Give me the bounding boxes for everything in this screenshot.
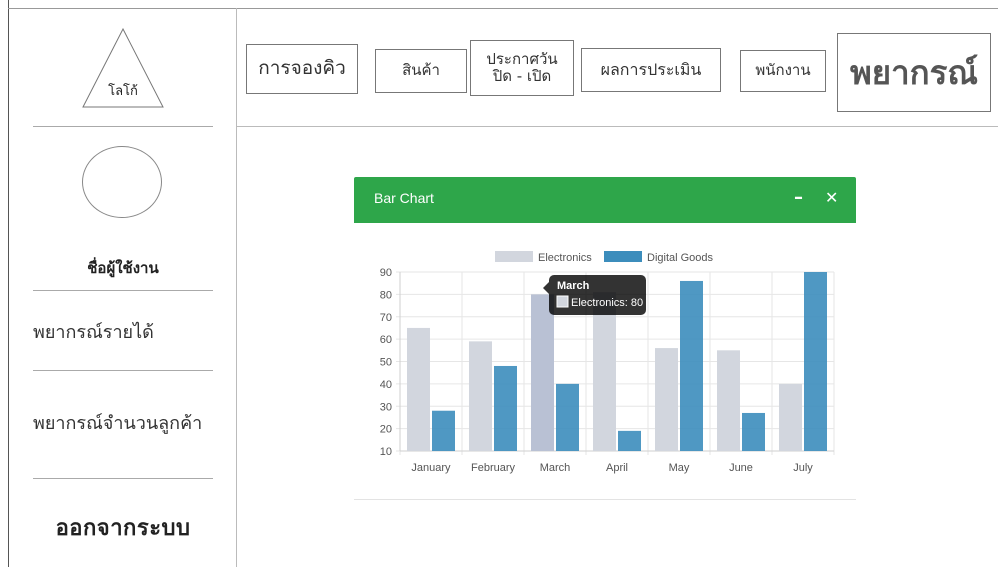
nav-booking-button[interactable]: การจองคิว (246, 44, 358, 94)
logo[interactable]: โลโก้ (82, 28, 164, 108)
bar-electronics (469, 341, 492, 451)
bar-chart-panel: Bar Chart – ✕ 10 20 30 40 50 60 70 80 90 January F… (354, 177, 856, 500)
x-tick-label: April (606, 462, 628, 474)
sidebar-separator (33, 478, 213, 479)
bar-electronics (779, 383, 802, 451)
y-tick-label: 50 (380, 357, 392, 369)
sidebar-divider (236, 8, 237, 567)
bar-chart: 10 20 30 40 50 60 70 80 90 January February March Ap… (380, 251, 835, 474)
bar-electronics (593, 292, 616, 451)
y-tick-label: 30 (380, 401, 392, 413)
y-tick-label: 80 (380, 289, 392, 301)
bar-digital-goods (680, 280, 703, 451)
x-tick-label: July (793, 462, 813, 474)
x-tick-label: June (729, 462, 753, 474)
legend-swatch-digital-goods (604, 251, 642, 262)
bar-digital-goods (432, 410, 455, 451)
bar-electronics (531, 294, 554, 451)
sidebar-item-revenue-forecast[interactable]: พยากรณ์รายได้ (33, 317, 154, 346)
bar-digital-goods (742, 412, 765, 451)
username: ชื่อผู้ใช้งาน (87, 259, 159, 277)
x-tick-label: March (540, 462, 571, 474)
y-tick-label: 70 (380, 312, 392, 324)
bar-electronics (655, 348, 678, 451)
sidebar-separator (33, 290, 213, 291)
avatar[interactable] (82, 146, 162, 218)
bar-electronics (407, 327, 430, 451)
bar-digital-goods (556, 383, 579, 451)
sidebar-separator (33, 126, 213, 127)
legend-swatch-electronics (495, 251, 533, 262)
header-divider (237, 126, 998, 127)
frame-left-border (8, 0, 9, 567)
nav-announcement-button[interactable]: ประกาศวัน ปิด - เปิด (470, 40, 574, 96)
logout-button[interactable]: ออกจากระบบ (33, 510, 213, 545)
y-tick-label: 60 (380, 334, 392, 346)
tooltip-caret (543, 282, 549, 294)
logo-label: โลโก้ (108, 84, 138, 99)
tooltip-title: March (557, 280, 590, 292)
nav-products-button[interactable]: สินค้า (375, 49, 467, 93)
nav-employees-button[interactable]: พนักงาน (740, 50, 826, 92)
y-tick-label: 90 (380, 267, 392, 279)
x-tick-label: February (471, 462, 516, 474)
x-tick-label: May (669, 462, 690, 474)
y-tick-label: 40 (380, 379, 392, 391)
sidebar-item-customer-forecast[interactable]: พยากรณ์จำนวนลูกค้า (33, 408, 202, 437)
y-tick-label: 20 (380, 424, 392, 436)
bar-digital-goods (804, 272, 827, 451)
sidebar-separator (33, 370, 213, 371)
legend-label-electronics: Electronics (538, 252, 592, 264)
x-tick-label: January (411, 462, 451, 474)
tooltip-text: Electronics: 80 (571, 297, 643, 309)
nav-evaluation-button[interactable]: ผลการประเมิน (581, 48, 721, 92)
tooltip-swatch (556, 295, 569, 308)
legend-label-digital-goods: Digital Goods (647, 252, 714, 264)
frame-top-border (8, 8, 998, 9)
y-tick-label: 10 (380, 446, 392, 458)
nav-forecast-button[interactable]: พยากรณ์ (837, 33, 991, 112)
bar-electronics (717, 350, 740, 451)
bar-digital-goods (618, 430, 641, 451)
bar-digital-goods (494, 365, 517, 451)
